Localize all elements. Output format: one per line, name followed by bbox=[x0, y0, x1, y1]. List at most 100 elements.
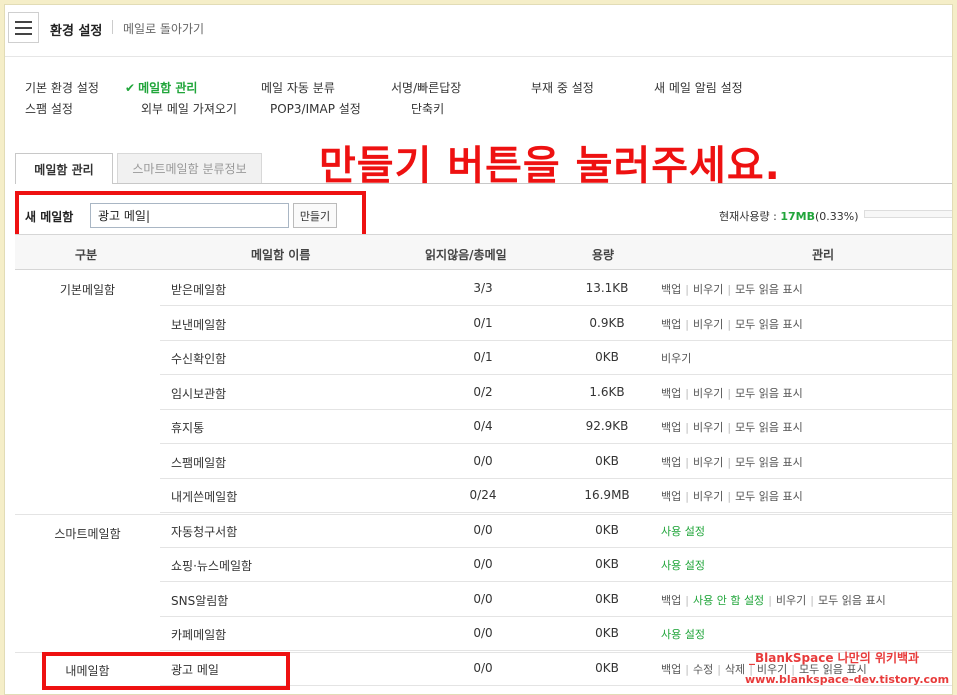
nav-basic-settings[interactable]: 기본 환경 설정 bbox=[25, 79, 99, 96]
nav-spam[interactable]: 스팸 설정 bbox=[25, 100, 73, 117]
group-smart: 스마트메일함 bbox=[54, 527, 121, 541]
usage-value: 17MB bbox=[780, 210, 815, 223]
action-link[interactable]: 비우기 bbox=[693, 318, 723, 331]
action-link[interactable]: 백업 bbox=[661, 490, 681, 503]
mailbox-count: 0/4 bbox=[473, 419, 493, 433]
action-separator: | bbox=[727, 490, 732, 503]
mailbox-count: 0/2 bbox=[473, 384, 493, 399]
action-link[interactable]: 백업 bbox=[661, 387, 681, 400]
action-link[interactable]: 비우기 bbox=[661, 352, 691, 365]
highlight-box-new-mailbox bbox=[42, 652, 290, 690]
action-link[interactable]: 삭제 bbox=[725, 663, 745, 676]
action-link[interactable]: 비우기 bbox=[693, 387, 723, 400]
action-link[interactable]: 모두 읽음 표시 bbox=[735, 490, 803, 503]
header-border bbox=[5, 56, 952, 57]
table-row: 보낸메일함 0/1 0.9KB 백업 | 비우기 | 모두 읽음 표시 bbox=[160, 306, 952, 341]
action-link[interactable]: 비우기 bbox=[693, 421, 723, 434]
mailbox-name[interactable]: 자동청구서함 bbox=[171, 523, 237, 540]
table-row: 카페메일함 0/0 0KB 사용 설정 bbox=[160, 616, 952, 651]
action-link[interactable]: 모두 읽음 표시 bbox=[735, 387, 803, 400]
action-link[interactable]: 모두 읽음 표시 bbox=[735, 456, 803, 469]
nav-mailbox-management[interactable]: ✔ 메일함 관리 bbox=[125, 79, 197, 96]
action-link[interactable]: 백업 bbox=[661, 663, 681, 676]
mailbox-count: 0/0 bbox=[473, 522, 493, 537]
usage-label: 현재사용량 : bbox=[719, 210, 781, 223]
watermark-title: _BlankSpace 나만의 위키백과 bbox=[749, 651, 920, 665]
mailbox-name[interactable]: 카페메일함 bbox=[171, 626, 226, 643]
settings-window: 환경 설정 메일로 돌아가기 기본 환경 설정 ✔ 메일함 관리 메일 자동 분류… bbox=[4, 4, 953, 695]
action-link[interactable]: 비우기 bbox=[693, 283, 723, 296]
table-row: SNS알림함 0/0 0KB 백업 | 사용 안 함 설정 | 비우기 | 모두 읽음 표시 bbox=[160, 582, 952, 617]
action-link[interactable]: 백업 bbox=[661, 456, 681, 469]
action-link[interactable]: 수정 bbox=[693, 663, 713, 676]
mailbox-name[interactable]: 쇼핑·뉴스메일함 bbox=[171, 557, 252, 574]
mailbox-name[interactable]: SNS알림함 bbox=[171, 592, 228, 609]
mailbox-actions: 사용 설정 bbox=[661, 523, 705, 539]
action-separator: | bbox=[727, 317, 732, 331]
hamburger-menu-icon[interactable] bbox=[8, 12, 39, 43]
mailbox-count: 0/1 bbox=[473, 315, 493, 330]
action-separator: | bbox=[727, 283, 732, 296]
table-row: 자동청구서함 0/0 0KB 사용 설정 bbox=[160, 513, 952, 548]
header-unread: 읽지않음/총메일 bbox=[425, 248, 507, 262]
action-separator: | bbox=[685, 490, 689, 503]
action-separator: | bbox=[685, 421, 689, 434]
page-title: 환경 설정 bbox=[50, 24, 103, 39]
nav-away[interactable]: 부재 중 설정 bbox=[531, 79, 594, 96]
table-row: 수신확인함 0/1 0KB 비우기 bbox=[160, 340, 952, 375]
action-separator: | bbox=[685, 593, 689, 607]
mailbox-count: 0/0 bbox=[473, 453, 493, 468]
action-separator: | bbox=[685, 662, 689, 676]
mailbox-name[interactable]: 임시보관함 bbox=[171, 385, 226, 402]
action-link[interactable]: 모두 읽음 표시 bbox=[735, 283, 803, 296]
watermark-url: www.blankspace-dev.tistory.com bbox=[745, 673, 950, 686]
mailbox-size: 92.9KB bbox=[585, 419, 629, 433]
table-row: 스팸메일함 0/0 0KB 백업 | 비우기 | 모두 읽음 표시 bbox=[160, 444, 952, 479]
tab-smart-mailbox-info[interactable]: 스마트메일함 분류정보 bbox=[117, 153, 262, 184]
nav-shortcut[interactable]: 단축키 bbox=[411, 100, 444, 117]
action-separator: | bbox=[685, 455, 689, 469]
mailbox-size: 1.6KB bbox=[589, 384, 625, 399]
mailbox-name[interactable]: 수신확인함 bbox=[171, 350, 226, 367]
action-link[interactable]: 백업 bbox=[661, 283, 681, 296]
mailbox-actions: 백업 | 비우기 | 모두 읽음 표시 bbox=[661, 281, 803, 297]
nav-new-mail-alert[interactable]: 새 메일 알림 설정 bbox=[654, 79, 743, 96]
table-header: 구분 메일함 이름 읽지않음/총메일 용량 관리 bbox=[15, 235, 952, 270]
action-link[interactable]: 비우기 bbox=[693, 490, 723, 503]
action-link[interactable]: 모두 읽음 표시 bbox=[818, 594, 886, 607]
action-link[interactable]: 사용 안 함 설정 bbox=[693, 594, 764, 607]
mailbox-count: 0/24 bbox=[469, 488, 497, 502]
mailbox-size: 0KB bbox=[595, 350, 619, 364]
action-link[interactable]: 사용 설정 bbox=[661, 525, 705, 538]
action-link[interactable]: 모두 읽음 표시 bbox=[735, 318, 803, 331]
mailbox-name[interactable]: 보낸메일함 bbox=[171, 316, 226, 333]
action-link[interactable]: 모두 읽음 표시 bbox=[735, 421, 803, 434]
mailbox-count: 0/1 bbox=[473, 350, 493, 364]
usage-bar bbox=[864, 210, 952, 218]
nav-pop3-imap[interactable]: POP3/IMAP 설정 bbox=[270, 100, 361, 117]
mailbox-name[interactable]: 내게쓴메일함 bbox=[171, 488, 237, 505]
table-row: 받은메일함 3/3 13.1KB 백업 | 비우기 | 모두 읽음 표시 bbox=[160, 271, 952, 306]
action-link[interactable]: 비우기 bbox=[776, 594, 806, 607]
action-link[interactable]: 사용 설정 bbox=[661, 559, 705, 572]
nav-signature[interactable]: 서명/빠른답장 bbox=[391, 79, 461, 96]
mailbox-actions: 백업 | 비우기 | 모두 읽음 표시 bbox=[661, 488, 803, 504]
action-link[interactable]: 백업 bbox=[661, 318, 681, 331]
action-link[interactable]: 백업 bbox=[661, 594, 681, 607]
tab-mailbox-management[interactable]: 메일함 관리 bbox=[15, 153, 113, 184]
mailbox-actions: 비우기 bbox=[661, 350, 691, 366]
mailbox-actions: 사용 설정 bbox=[661, 557, 705, 573]
mailbox-name[interactable]: 받은메일함 bbox=[171, 281, 226, 298]
header-name: 메일함 이름 bbox=[251, 248, 311, 262]
nav-external-mail[interactable]: 외부 메일 가져오기 bbox=[141, 100, 237, 117]
mailbox-name[interactable]: 스팸메일함 bbox=[171, 454, 226, 471]
mailbox-name[interactable]: 휴지통 bbox=[171, 419, 204, 436]
mailbox-size: 16.9MB bbox=[584, 488, 630, 502]
instruction-text: 만들기 버튼을 눌러주세요. bbox=[319, 143, 781, 189]
action-link[interactable]: 사용 설정 bbox=[661, 628, 705, 641]
back-to-mail-link[interactable]: 메일로 돌아가기 bbox=[123, 20, 204, 37]
table-row: 내게쓴메일함 0/24 16.9MB 백업 | 비우기 | 모두 읽음 표시 bbox=[160, 478, 952, 513]
nav-auto-sort[interactable]: 메일 자동 분류 bbox=[261, 79, 335, 96]
action-link[interactable]: 비우기 bbox=[693, 456, 723, 469]
action-link[interactable]: 백업 bbox=[661, 421, 681, 434]
